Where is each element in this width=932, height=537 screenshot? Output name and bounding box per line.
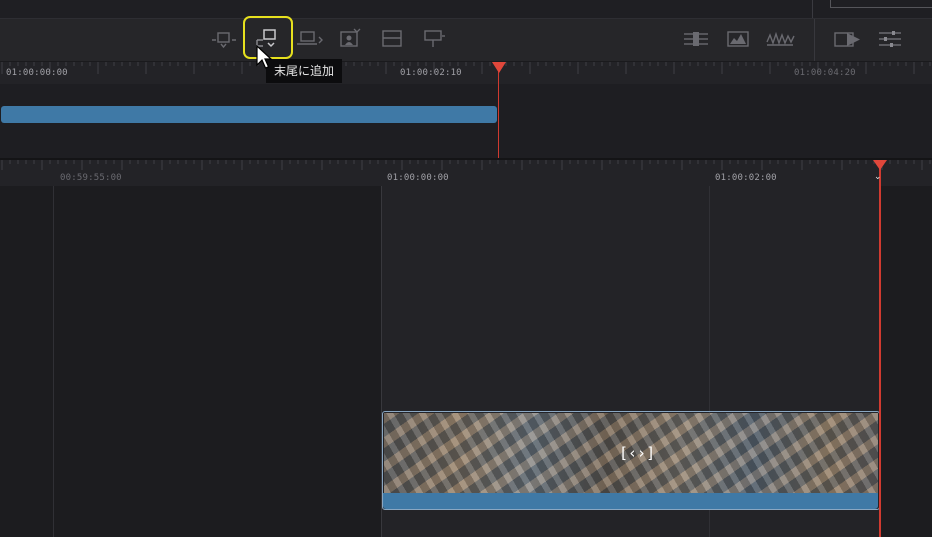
main-timecode-mid: 01:00:00:00 [387,173,449,183]
source-audio-clip[interactable] [1,106,497,123]
tooltip: 末尾に追加 [266,59,343,83]
audio-level-button[interactable] [764,24,796,54]
main-timecode-left: 00:59:55:00 [60,173,122,183]
smart-insert-icon [212,32,236,49]
main-timecode-right: 01:00:02:00 [715,173,777,183]
play-timeline-icon [834,32,860,47]
source-playhead-line[interactable] [498,64,499,159]
source-timeline-ruler[interactable]: 01:00:00:00 01:00:02:10 01:00:04:20 [0,62,932,84]
mouse-cursor-icon [256,45,272,69]
grid-line [53,186,54,537]
audio-waveform-button[interactable] [722,24,754,54]
ripple-overwrite-icon [297,31,323,45]
ruler-ticks [1,160,931,170]
source-timecode-mid: 01:00:02:10 [400,68,462,78]
play-timeline-button[interactable] [832,24,864,54]
timeline-options-icon [879,31,901,47]
clip-view-icon [684,32,708,46]
close-up-icon [340,28,361,47]
place-on-top-icon [382,30,402,47]
source-overwrite-icon [424,30,445,47]
main-playhead-marker[interactable] [873,160,887,170]
source-timecode-end: 01:00:04:20 [794,68,856,78]
inspector-field [830,0,932,8]
source-playhead-marker[interactable] [492,62,506,73]
place-on-top-button[interactable] [376,24,408,54]
ripple-overwrite-button[interactable] [294,24,326,54]
viewer-bottom-strip [0,0,932,19]
audio-level-icon [766,31,795,46]
timeline-options-button[interactable] [874,24,906,54]
smart-insert-button[interactable] [208,24,240,54]
chevron-down-icon: ⌄ [874,172,882,182]
toolbar-divider [814,19,815,61]
trim-icon[interactable]: [‹›] [619,440,655,466]
source-timecode-start: 01:00:00:00 [6,68,68,78]
main-playhead-line[interactable] [879,166,881,537]
main-timeline-ruler[interactable]: 00:59:55:00 01:00:00:00 01:00:02:00 [0,160,932,186]
audio-waveform-icon [727,31,749,47]
close-up-button[interactable] [334,24,366,54]
source-overwrite-button[interactable] [418,24,450,54]
clip-view-button[interactable] [680,24,712,54]
timeline-empty-region[interactable] [880,186,932,537]
ruler-ticks [1,62,931,74]
timeline-empty-region[interactable] [0,186,381,537]
